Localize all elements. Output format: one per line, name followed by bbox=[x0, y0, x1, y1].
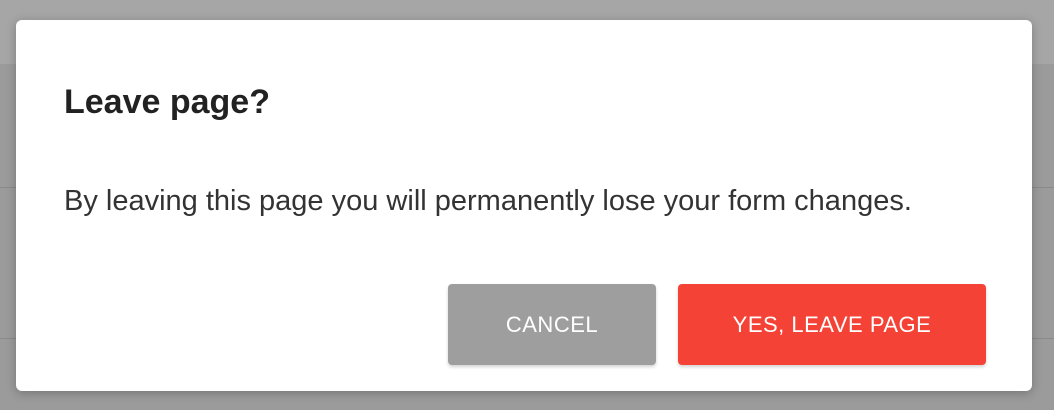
dialog-message: By leaving this page you will permanentl… bbox=[64, 185, 912, 217]
confirm-leave-button[interactable]: YES, LEAVE PAGE bbox=[678, 284, 986, 365]
cancel-button[interactable]: CANCEL bbox=[448, 284, 656, 365]
dialog-title: Leave page? bbox=[64, 83, 270, 121]
leave-page-dialog: Leave page? By leaving this page you wil… bbox=[16, 20, 1032, 391]
